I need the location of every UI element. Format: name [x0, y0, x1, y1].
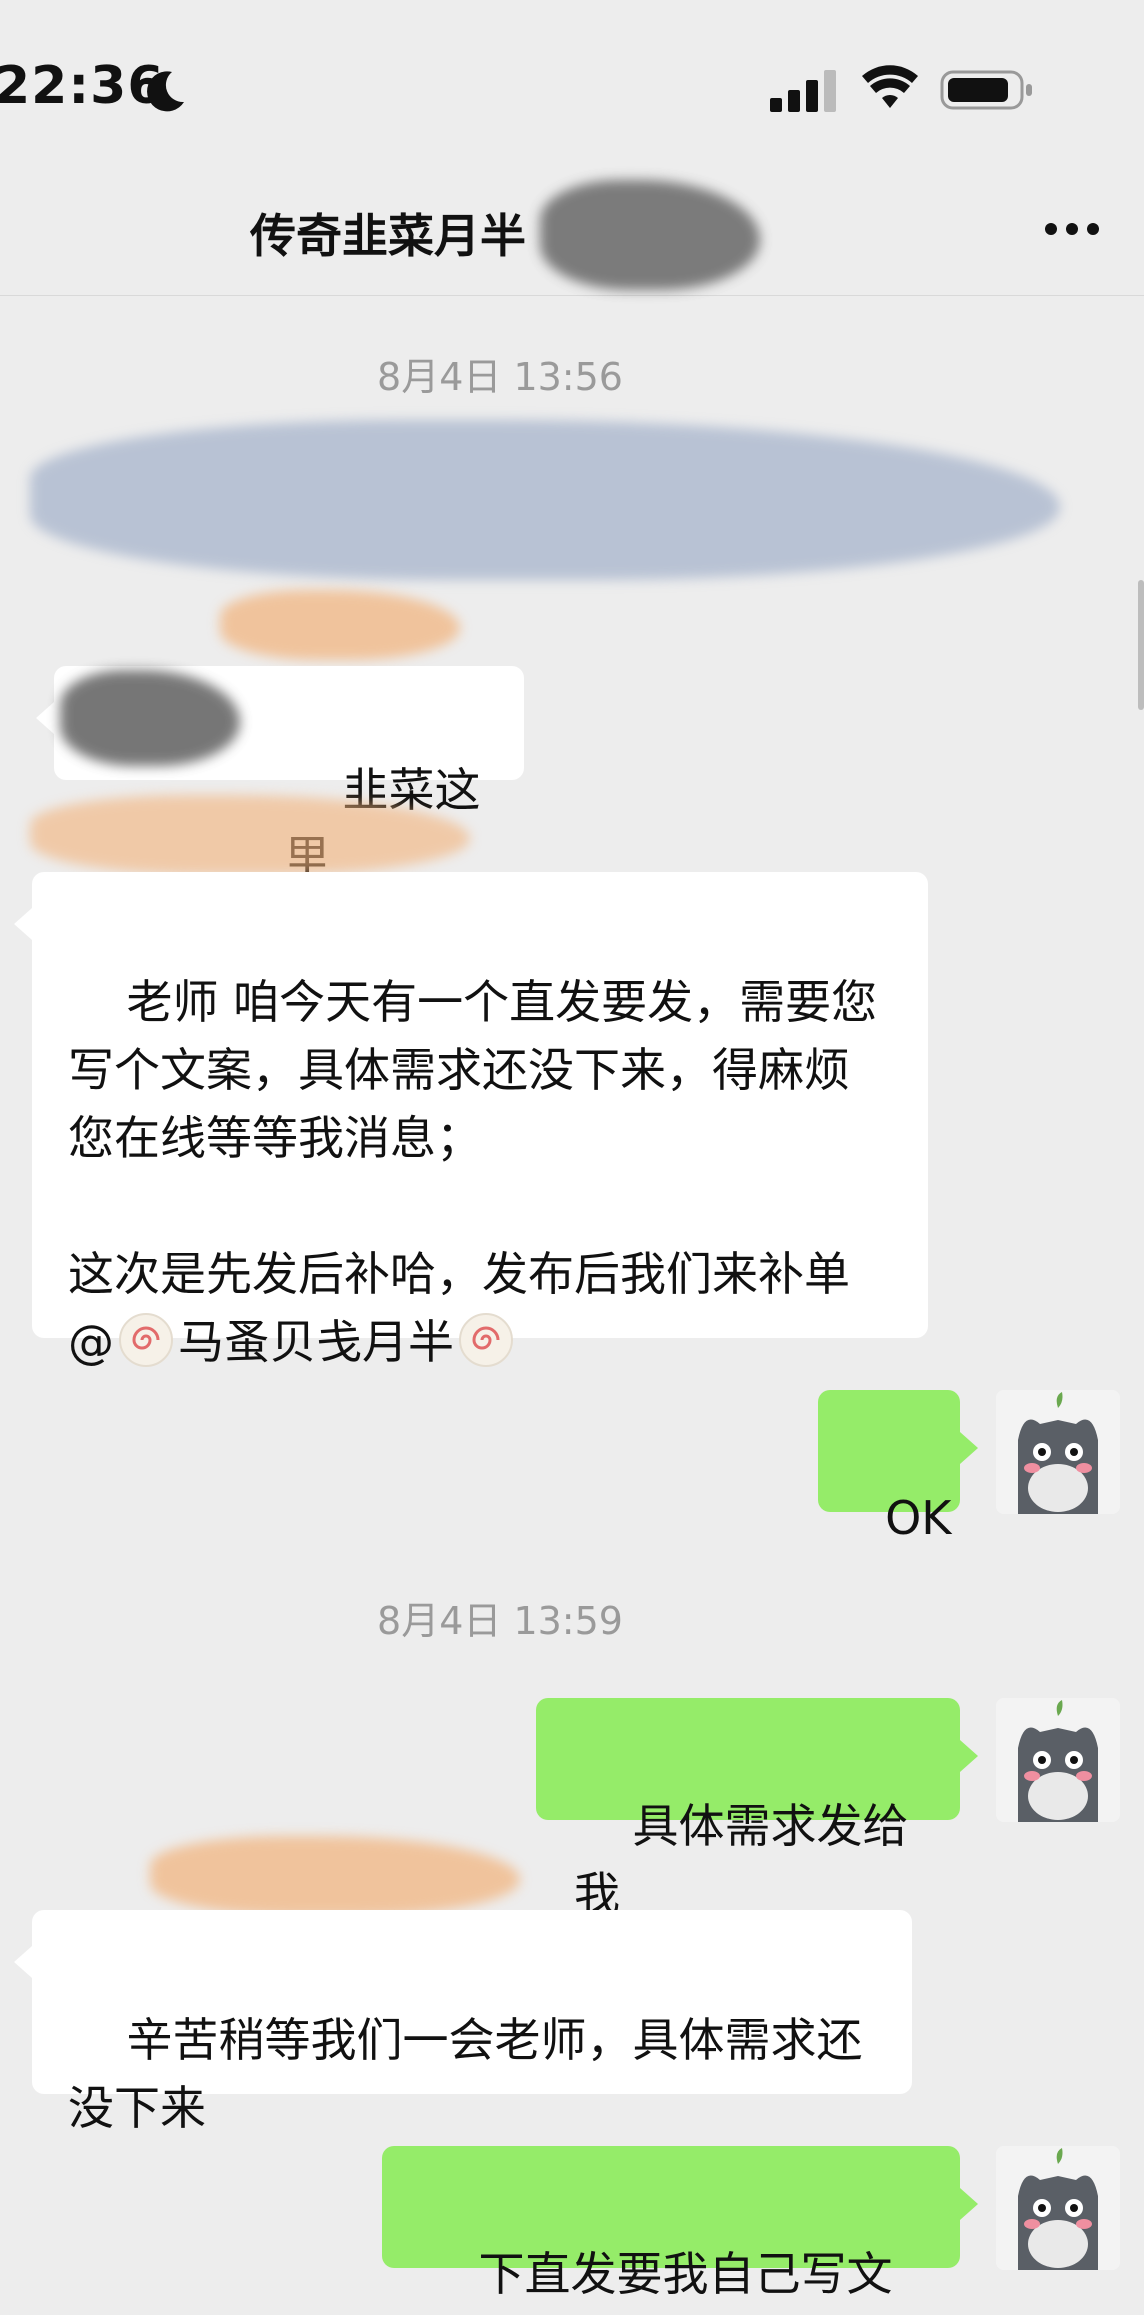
avatar[interactable]: [996, 1698, 1120, 1822]
chat-screen: 22:36 传奇韭菜月半 8月4日 13:56 韭菜这 老师 咱今天有一个直发要…: [0, 0, 1144, 2315]
timestamp: 8月4日 13:59: [377, 1599, 623, 1643]
message-text: 具体需求发给我: [574, 1799, 909, 1921]
moon-icon: [147, 71, 184, 112]
message-bubble[interactable]: 辛苦稍等我们一会老师，具体需求还没下来: [14, 1910, 912, 2135]
totoro-avatar-icon: [996, 2146, 1120, 2270]
message-text: 老师 咱今天有一个直发要发，需要您写个文案，具体需求还没下来，得麻烦您在线等等我…: [68, 975, 878, 1369]
signal-icon: [770, 70, 836, 112]
message-text: 辛苦稍等我们一会老师，具体需求还没下来: [68, 2013, 863, 2135]
chat-title: 传奇韭菜月半: [250, 209, 526, 263]
redaction-mark: [30, 420, 1060, 580]
swirl-emoji-icon: [459, 1313, 513, 1367]
timestamp: 8月4日 13:56: [377, 355, 623, 399]
totoro-avatar-icon: [996, 1390, 1120, 1514]
message-text: 下直发要我自己写文吗: [478, 2247, 893, 2301]
redaction-mark: [150, 1836, 520, 1916]
message-bubble[interactable]: 下直发要我自己写文吗: [382, 2146, 978, 2301]
redaction-mark: [540, 180, 760, 290]
battery-icon: [940, 70, 1032, 110]
status-time: 22:36: [0, 56, 165, 116]
chat-header: 传奇韭菜月半: [0, 150, 1144, 296]
swirl-emoji-icon: [119, 1313, 173, 1367]
redaction-mark: [220, 590, 460, 660]
mention-name[interactable]: 马蚤贝戋月半: [178, 1315, 454, 1369]
wifi-icon: [862, 65, 918, 108]
totoro-avatar-icon: [996, 1698, 1120, 1822]
message-text: OK: [885, 1491, 952, 1545]
status-bar: 22:36: [0, 0, 1144, 150]
more-icon[interactable]: [1044, 222, 1100, 236]
message-bubble[interactable]: 老师 咱今天有一个直发要发，需要您写个文案，具体需求还没下来，得麻烦您在线等等我…: [14, 872, 928, 1369]
avatar[interactable]: [996, 2146, 1120, 2270]
avatar[interactable]: [996, 1390, 1120, 1514]
scrollbar[interactable]: [1138, 580, 1144, 710]
message-bubble[interactable]: 具体需求发给我: [536, 1698, 978, 1921]
message-bubble[interactable]: OK: [818, 1390, 978, 1545]
